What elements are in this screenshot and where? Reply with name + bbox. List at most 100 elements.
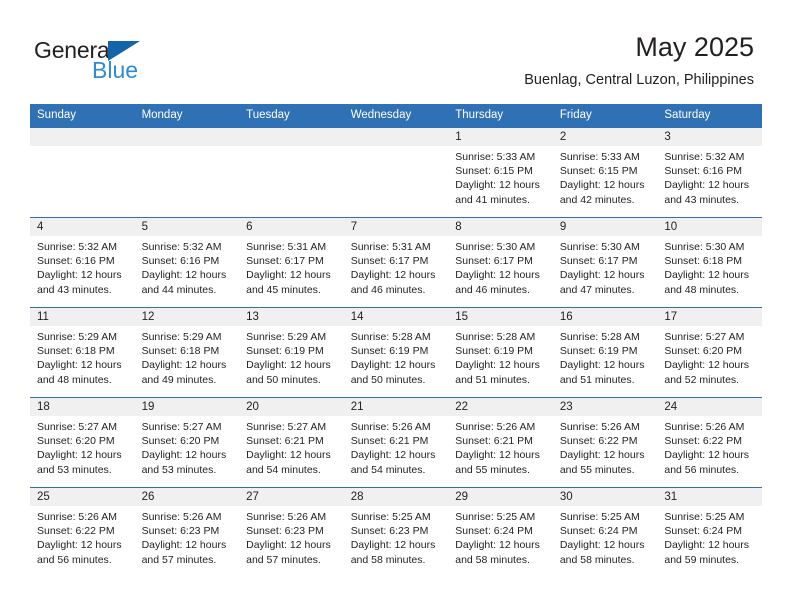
sunset-text: Sunset: 6:24 PM [559, 525, 638, 538]
day-details: Sunrise: 5:27 AM Sunset: 6:20 PM Daylight:… [135, 416, 240, 477]
calendar-day-cell[interactable]: 14 Sunrise: 5:28 AM Sunset: 6:19 PM Dayligh… [343, 307, 449, 398]
calendar-day-cell[interactable]: 6 Sunrise: 5:31 AM Sunset: 6:17 PM Daylight… [239, 217, 344, 308]
sunset-text: Sunset: 6:15 PM [559, 165, 638, 178]
day-details: Sunrise: 5:26 AM Sunset: 6:21 PM Daylight:… [344, 416, 449, 477]
day-number: 15 [448, 308, 553, 326]
calendar-day-cell[interactable]: 13 Sunrise: 5:29 AM Sunset: 6:19 PM Dayligh… [239, 307, 344, 398]
sunset-text: Sunset: 6:18 PM [664, 255, 743, 268]
sunset-text: Sunset: 6:20 PM [37, 435, 115, 448]
sunrise-text: Sunrise: 5:30 AM [559, 241, 640, 253]
day-details: Sunrise: 5:25 AM Sunset: 6:24 PM Daylight:… [657, 506, 762, 567]
calendar-day-cell[interactable]: 1 Sunrise: 5:33 AM Sunset: 6:15 PM Daylight… [448, 128, 553, 218]
calendar-day-cell[interactable]: 27 Sunrise: 5:26 AM Sunset: 6:23 PM Dayligh… [239, 487, 344, 577]
day-number: 25 [30, 488, 135, 506]
calendar-day-cell[interactable]: 4 Sunrise: 5:32 AM Sunset: 6:16 PM Daylight… [30, 217, 135, 308]
daylight-text: Daylight: 12 hours and 57 minutes. [246, 539, 331, 566]
sunset-text: Sunset: 6:17 PM [350, 255, 429, 268]
calendar-day-cell[interactable]: 26 Sunrise: 5:26 AM Sunset: 6:23 PM Dayligh… [134, 487, 240, 577]
calendar-day-cell[interactable]: 25 Sunrise: 5:26 AM Sunset: 6:22 PM Dayligh… [30, 487, 135, 577]
day-number: 29 [448, 488, 553, 506]
calendar-day-cell[interactable]: 28 Sunrise: 5:25 AM Sunset: 6:23 PM Dayligh… [343, 487, 449, 577]
sunrise-text: Sunrise: 5:26 AM [455, 421, 536, 433]
sunset-text: Sunset: 6:22 PM [559, 435, 638, 448]
day-details: Sunrise: 5:28 AM Sunset: 6:19 PM Daylight:… [344, 326, 449, 387]
day-number: 23 [552, 398, 658, 416]
daylight-text: Daylight: 12 hours and 48 minutes. [37, 359, 122, 386]
calendar-day-cell[interactable]: 20 Sunrise: 5:27 AM Sunset: 6:21 PM Dayligh… [239, 397, 344, 488]
day-cell-inner: 1 Sunrise: 5:33 AM Sunset: 6:15 PM Daylight… [448, 128, 553, 217]
calendar-day-cell[interactable]: 30 Sunrise: 5:25 AM Sunset: 6:24 PM Dayligh… [552, 487, 658, 577]
day-details: Sunrise: 5:26 AM Sunset: 6:21 PM Daylight:… [448, 416, 553, 477]
sunrise-text: Sunrise: 5:26 AM [559, 421, 640, 433]
day-number: 8 [448, 218, 553, 236]
daylight-text: Daylight: 12 hours and 55 minutes. [559, 449, 645, 476]
day-details: Sunrise: 5:28 AM Sunset: 6:19 PM Daylight:… [553, 326, 658, 387]
sunrise-text: Sunrise: 5:25 AM [455, 511, 536, 523]
sunset-text: Sunset: 6:16 PM [141, 255, 220, 268]
calendar-day-cell[interactable]: 31 Sunrise: 5:25 AM Sunset: 6:24 PM Dayligh… [657, 487, 762, 577]
calendar-day-cell[interactable]: 7 Sunrise: 5:31 AM Sunset: 6:17 PM Daylight… [343, 217, 449, 308]
calendar-day-cell[interactable]: 18 Sunrise: 5:27 AM Sunset: 6:20 PM Dayligh… [30, 397, 135, 488]
calendar-week-row: 4 Sunrise: 5:32 AM Sunset: 6:16 PM Daylight… [30, 217, 762, 308]
sunrise-text: Sunrise: 5:26 AM [246, 511, 327, 523]
sunrise-text: Sunrise: 5:31 AM [350, 241, 431, 253]
day-cell-inner [134, 128, 240, 217]
sunset-text: Sunset: 6:19 PM [559, 345, 638, 358]
calendar-day-cell[interactable]: 21 Sunrise: 5:26 AM Sunset: 6:21 PM Dayligh… [343, 397, 449, 488]
day-cell-inner: 5 Sunrise: 5:32 AM Sunset: 6:16 PM Daylight… [134, 218, 240, 307]
calendar-day-cell[interactable]: 16 Sunrise: 5:28 AM Sunset: 6:19 PM Dayligh… [552, 307, 658, 398]
day-number: 26 [134, 488, 240, 506]
day-cell-inner: 6 Sunrise: 5:31 AM Sunset: 6:17 PM Daylight… [239, 218, 344, 307]
sunrise-text: Sunrise: 5:33 AM [455, 151, 536, 163]
day-number: 18 [30, 398, 135, 416]
day-details: Sunrise: 5:25 AM Sunset: 6:24 PM Daylight:… [553, 506, 658, 567]
page-header: General Blue May 2025 Buenlag, Central L… [0, 0, 792, 104]
sunrise-text: Sunrise: 5:25 AM [559, 511, 640, 523]
calendar-day-cell[interactable]: 17 Sunrise: 5:27 AM Sunset: 6:20 PM Dayligh… [657, 307, 762, 398]
calendar-day-cell[interactable]: 11 Sunrise: 5:29 AM Sunset: 6:18 PM Dayligh… [30, 307, 135, 398]
sunset-text: Sunset: 6:21 PM [455, 435, 533, 448]
day-number: 27 [239, 488, 344, 506]
weekday-header-sunday: Sunday [30, 104, 135, 128]
day-cell-inner: 31 Sunrise: 5:25 AM Sunset: 6:24 PM Dayligh… [657, 488, 762, 577]
day-number: 1 [448, 128, 553, 146]
day-cell-inner [30, 128, 135, 217]
calendar-day-cell[interactable]: 22 Sunrise: 5:26 AM Sunset: 6:21 PM Dayligh… [448, 397, 553, 488]
calendar-day-cell[interactable]: 23 Sunrise: 5:26 AM Sunset: 6:22 PM Dayligh… [552, 397, 658, 488]
sunset-text: Sunset: 6:17 PM [455, 255, 533, 268]
day-details: Sunrise: 5:33 AM Sunset: 6:15 PM Daylight:… [553, 146, 658, 207]
day-details: Sunrise: 5:25 AM Sunset: 6:24 PM Daylight:… [448, 506, 553, 567]
calendar-day-cell[interactable]: 10 Sunrise: 5:30 AM Sunset: 6:18 PM Dayligh… [657, 217, 762, 308]
day-details: Sunrise: 5:26 AM Sunset: 6:22 PM Daylight:… [553, 416, 658, 477]
calendar-day-cell[interactable]: 15 Sunrise: 5:28 AM Sunset: 6:19 PM Dayligh… [448, 307, 553, 398]
day-details: Sunrise: 5:30 AM Sunset: 6:17 PM Daylight:… [553, 236, 658, 297]
sunset-text: Sunset: 6:23 PM [350, 525, 429, 538]
day-details: Sunrise: 5:33 AM Sunset: 6:15 PM Daylight:… [448, 146, 553, 207]
calendar-day-cell[interactable]: 19 Sunrise: 5:27 AM Sunset: 6:20 PM Dayligh… [134, 397, 240, 488]
calendar-day-cell[interactable]: 8 Sunrise: 5:30 AM Sunset: 6:17 PM Daylight… [448, 217, 553, 308]
daylight-text: Daylight: 12 hours and 58 minutes. [455, 539, 540, 566]
day-number: 12 [134, 308, 240, 326]
day-cell-inner: 22 Sunrise: 5:26 AM Sunset: 6:21 PM Dayligh… [448, 398, 553, 487]
sunrise-text: Sunrise: 5:28 AM [350, 331, 431, 343]
calendar-day-cell[interactable]: 24 Sunrise: 5:26 AM Sunset: 6:22 PM Dayligh… [657, 397, 762, 488]
sunset-text: Sunset: 6:24 PM [664, 525, 743, 538]
calendar-day-cell[interactable]: 3 Sunrise: 5:32 AM Sunset: 6:16 PM Daylight… [657, 128, 762, 218]
day-number: 24 [657, 398, 762, 416]
calendar-day-cell[interactable]: 9 Sunrise: 5:30 AM Sunset: 6:17 PM Daylight… [552, 217, 658, 308]
daylight-text: Daylight: 12 hours and 45 minutes. [246, 269, 331, 296]
day-number [30, 128, 135, 146]
weekday-header-wednesday: Wednesday [343, 104, 449, 128]
sunrise-text: Sunrise: 5:27 AM [246, 421, 327, 433]
calendar-day-cell[interactable]: 5 Sunrise: 5:32 AM Sunset: 6:16 PM Daylight… [134, 217, 240, 308]
day-number: 13 [239, 308, 344, 326]
general-blue-logo[interactable]: General Blue [34, 37, 234, 87]
day-number: 28 [343, 488, 449, 506]
sunset-text: Sunset: 6:20 PM [664, 345, 743, 358]
day-details: Sunrise: 5:29 AM Sunset: 6:18 PM Daylight:… [135, 326, 240, 387]
calendar-day-cell[interactable]: 2 Sunrise: 5:33 AM Sunset: 6:15 PM Daylight… [552, 128, 658, 218]
calendar-day-cell[interactable]: 12 Sunrise: 5:29 AM Sunset: 6:18 PM Dayligh… [134, 307, 240, 398]
sunrise-text: Sunrise: 5:26 AM [37, 511, 117, 523]
sunrise-text: Sunrise: 5:29 AM [141, 331, 222, 343]
calendar-day-cell[interactable]: 29 Sunrise: 5:25 AM Sunset: 6:24 PM Dayligh… [448, 487, 553, 577]
